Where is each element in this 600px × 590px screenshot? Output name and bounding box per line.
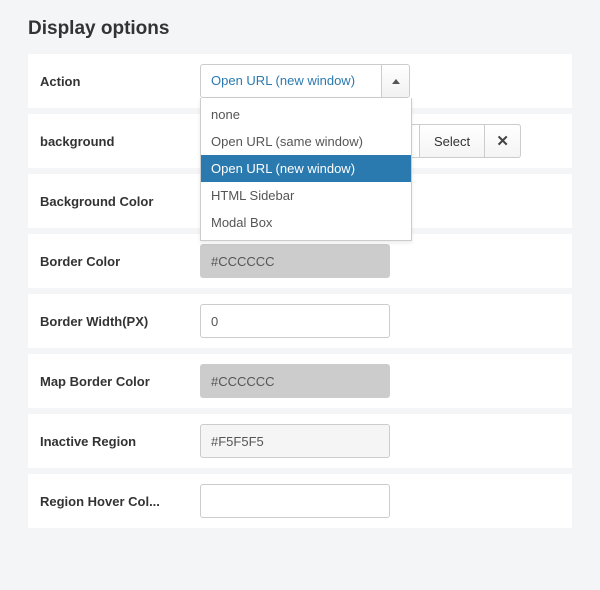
border-width-input[interactable] — [200, 304, 390, 338]
caret-up-icon — [392, 79, 400, 84]
background-select-button[interactable]: Select — [420, 124, 485, 158]
row-map-border-color: Map Border Color — [28, 354, 572, 408]
display-options-panel: Display options Action Open URL (new win… — [0, 0, 600, 528]
action-dropdown-toggle[interactable] — [381, 65, 409, 97]
label-border-width: Border Width(PX) — [40, 314, 200, 329]
action-selected-value: Open URL (new window) — [201, 65, 381, 97]
label-background-color: Background Color — [40, 194, 200, 209]
section-title: Display options — [28, 18, 572, 40]
row-inactive-region: Inactive Region — [28, 414, 572, 468]
row-border-color: Border Color — [28, 234, 572, 288]
row-border-width: Border Width(PX) — [28, 294, 572, 348]
background-clear-button[interactable]: ✕ — [485, 124, 521, 158]
label-background: background — [40, 134, 200, 149]
action-option-none[interactable]: none — [201, 101, 411, 128]
action-option-html-sidebar[interactable]: HTML Sidebar — [201, 182, 411, 209]
label-region-hover-color: Region Hover Col... — [40, 494, 200, 509]
label-inactive-region: Inactive Region — [40, 434, 200, 449]
action-dropdown-list: none Open URL (same window) Open URL (ne… — [200, 98, 412, 241]
label-action: Action — [40, 74, 200, 89]
inactive-region-input[interactable] — [200, 424, 390, 458]
region-hover-color-input[interactable] — [200, 484, 390, 518]
action-option-open-url-new-window[interactable]: Open URL (new window) — [201, 155, 411, 182]
label-border-color: Border Color — [40, 254, 200, 269]
close-icon: ✕ — [496, 132, 509, 150]
action-combobox[interactable]: Open URL (new window) none Open URL (sam… — [200, 64, 410, 98]
row-action: Action Open URL (new window) none Open U… — [28, 54, 572, 108]
border-color-input[interactable] — [200, 244, 390, 278]
action-option-modal-box[interactable]: Modal Box — [201, 209, 411, 236]
action-option-open-url-same-window[interactable]: Open URL (same window) — [201, 128, 411, 155]
row-region-hover-color: Region Hover Col... — [28, 474, 572, 528]
map-border-color-input[interactable] — [200, 364, 390, 398]
label-map-border-color: Map Border Color — [40, 374, 200, 389]
